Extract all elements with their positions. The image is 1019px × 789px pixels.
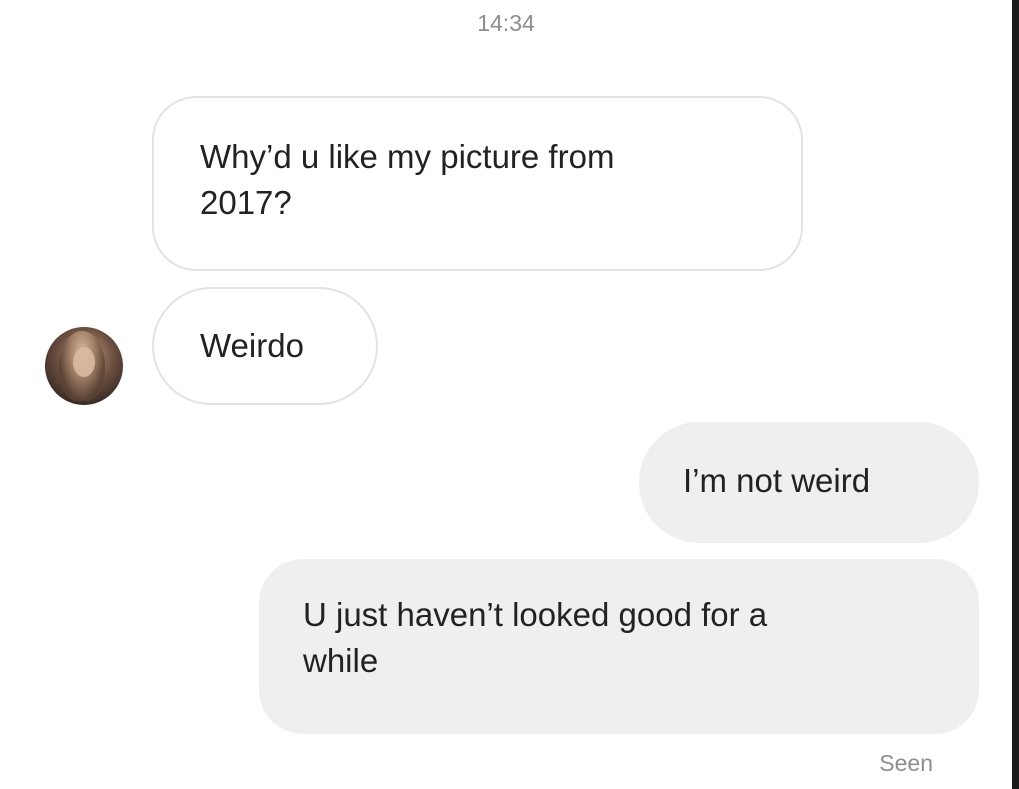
seen-status: Seen xyxy=(879,750,933,776)
sent-message-bubble[interactable]: U just haven’t looked good for a while xyxy=(259,559,979,734)
chat-screen: 14:34 Why’d u like my picture from 2017?… xyxy=(0,0,1019,789)
received-message-bubble[interactable]: Weirdo xyxy=(152,287,378,405)
screen-edge-divider xyxy=(1012,0,1019,789)
message-text-line: U just haven’t looked good for a xyxy=(303,596,768,633)
avatar[interactable] xyxy=(45,327,123,405)
message-text-line: 2017? xyxy=(200,184,292,221)
message-text-line: Weirdo xyxy=(200,327,304,364)
avatar-photo-face xyxy=(73,347,95,377)
sent-message-bubble[interactable]: I’m not weird xyxy=(639,422,979,543)
message-timestamp: 14:34 xyxy=(477,10,535,36)
message-text-line: while xyxy=(303,642,379,679)
message-text-line: Why’d u like my picture from xyxy=(200,138,615,175)
message-text-line: I’m not weird xyxy=(683,462,871,499)
received-message-bubble[interactable]: Why’d u like my picture from 2017? xyxy=(152,96,803,271)
